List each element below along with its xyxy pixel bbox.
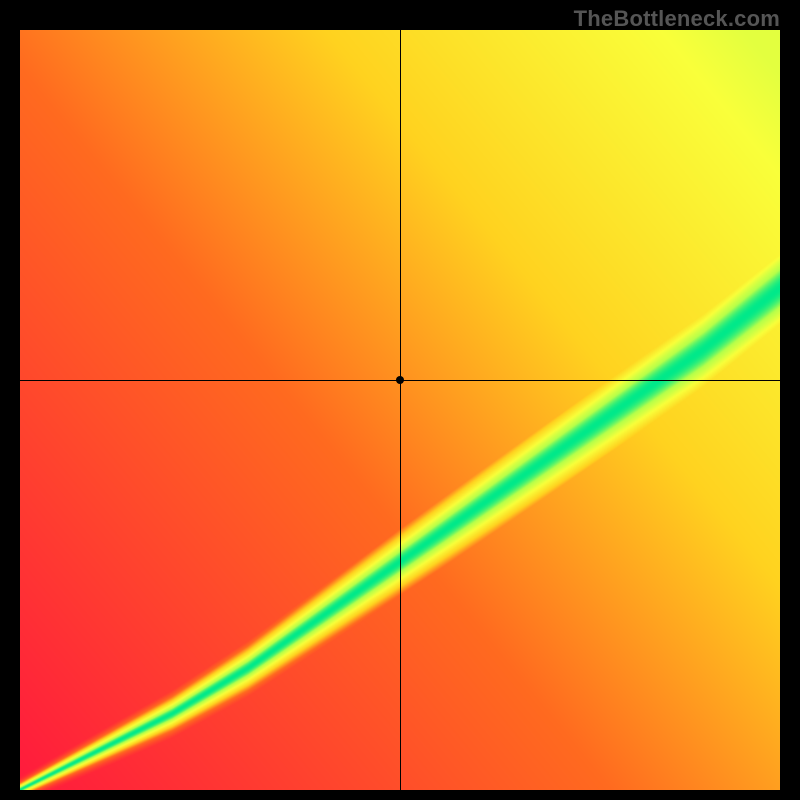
- watermark-label: TheBottleneck.com: [574, 6, 780, 32]
- chart-container: TheBottleneck.com: [0, 0, 800, 800]
- marker-dot: [396, 376, 404, 384]
- crosshair-vertical: [400, 30, 401, 790]
